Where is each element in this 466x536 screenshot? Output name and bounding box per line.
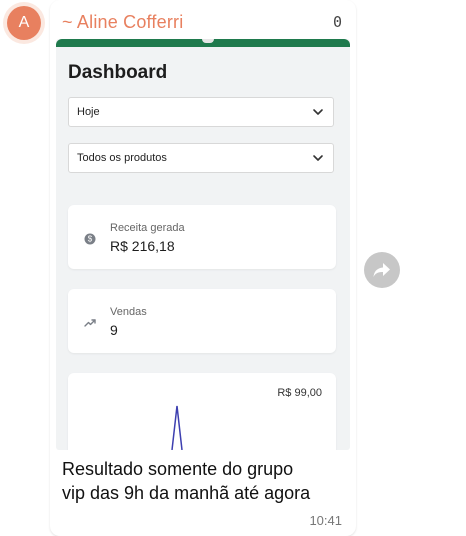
sales-label: Vendas (110, 306, 147, 318)
app-top-bar (56, 39, 350, 47)
sales-card: Vendas 9 (68, 289, 336, 353)
chat-screen: A ~ Aline Cofferri 0 Dashboard Hoje Todo… (0, 0, 466, 536)
sales-chart-card: R$ 99,00 (68, 373, 336, 450)
revenue-label: Receita gerada (110, 222, 185, 234)
message-bubble[interactable]: ~ Aline Cofferri 0 Dashboard Hoje Todos … (50, 0, 356, 536)
dashboard-screenshot-image[interactable]: Dashboard Hoje Todos os produtos $ Recei… (56, 39, 350, 450)
page-title: Dashboard (68, 62, 168, 83)
chevron-down-icon (313, 155, 323, 161)
coin-icon: $ (84, 233, 96, 245)
forward-icon (373, 263, 390, 277)
message-timestamp: 10:41 (309, 513, 342, 528)
message-text-line1: Resultado somente do grupo (62, 459, 294, 479)
period-select: Hoje (68, 97, 334, 127)
svg-text:$: $ (88, 235, 93, 244)
product-select-value: Todos os produtos (77, 152, 167, 164)
avatar[interactable]: A (7, 6, 41, 40)
sales-value: 9 (110, 322, 118, 338)
chart-series-line (171, 405, 183, 450)
product-select: Todos os produtos (68, 143, 334, 173)
chevron-down-icon (313, 109, 323, 115)
message-text: Resultado somente do grupo vip das 9h da… (62, 457, 347, 505)
revenue-card: $ Receita gerada R$ 216,18 (68, 205, 336, 269)
message-text-line2: vip das 9h da manhã até agora (62, 483, 311, 503)
forward-button[interactable] (364, 252, 400, 288)
sales-chart (171, 405, 183, 450)
sender-name[interactable]: ~ Aline Cofferri (62, 12, 183, 33)
trending-up-icon (84, 319, 96, 327)
period-select-value: Hoje (77, 106, 100, 118)
sender-phone: 0 (332, 13, 342, 31)
revenue-value: R$ 216,18 (110, 238, 175, 254)
